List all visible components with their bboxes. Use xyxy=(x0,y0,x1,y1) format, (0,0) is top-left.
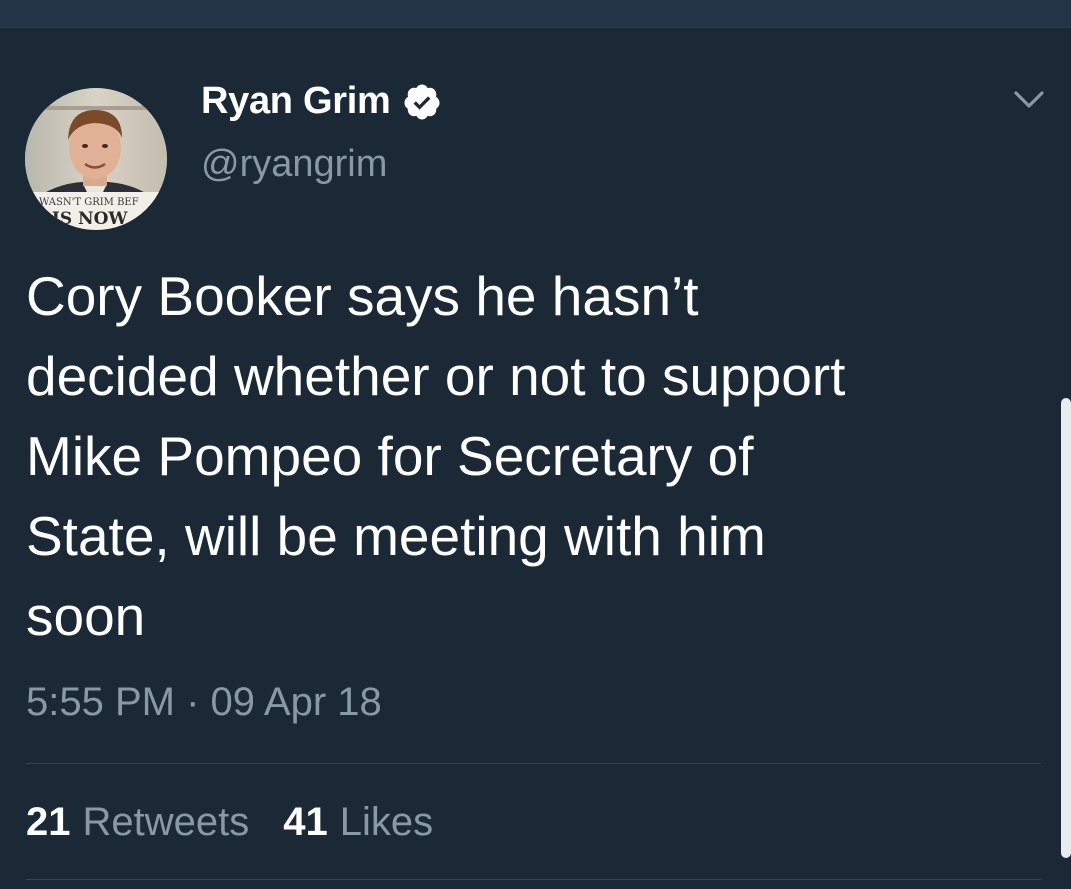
likes-label: Likes xyxy=(339,800,434,844)
author-handle[interactable]: @ryangrim xyxy=(201,143,387,186)
chevron-down-icon[interactable] xyxy=(1013,88,1045,112)
tweet-text: Cory Booker says he hasn’t decided wheth… xyxy=(26,265,846,647)
top-bar xyxy=(0,0,1071,28)
tweet-timestamp[interactable]: 5:55 PM · 09 Apr 18 xyxy=(26,680,382,725)
tweet-card: WASN'T GRIM BEF E IS NOW Ryan Grim @ryan… xyxy=(0,28,1071,889)
verified-badge-icon xyxy=(402,82,442,122)
retweets-label: Retweets xyxy=(82,800,250,844)
svg-text:WASN'T GRIM BEF: WASN'T GRIM BEF xyxy=(39,197,139,208)
svg-text:E IS NOW: E IS NOW xyxy=(33,209,128,229)
divider xyxy=(26,763,1041,764)
author-name[interactable]: Ryan Grim xyxy=(201,80,391,123)
avatar[interactable]: WASN'T GRIM BEF E IS NOW xyxy=(25,88,167,230)
author-name-row[interactable]: Ryan Grim xyxy=(201,80,442,123)
likes-stat[interactable]: 41 Likes xyxy=(283,800,433,845)
retweets-count: 21 xyxy=(26,800,71,844)
tweet-stats: 21 Retweets 41 Likes xyxy=(26,800,433,845)
scrollbar[interactable] xyxy=(1061,398,1071,858)
avatar-image: WASN'T GRIM BEF E IS NOW xyxy=(25,88,167,230)
retweets-stat[interactable]: 21 Retweets xyxy=(26,800,249,845)
likes-count: 41 xyxy=(283,800,328,844)
divider xyxy=(26,879,1041,880)
